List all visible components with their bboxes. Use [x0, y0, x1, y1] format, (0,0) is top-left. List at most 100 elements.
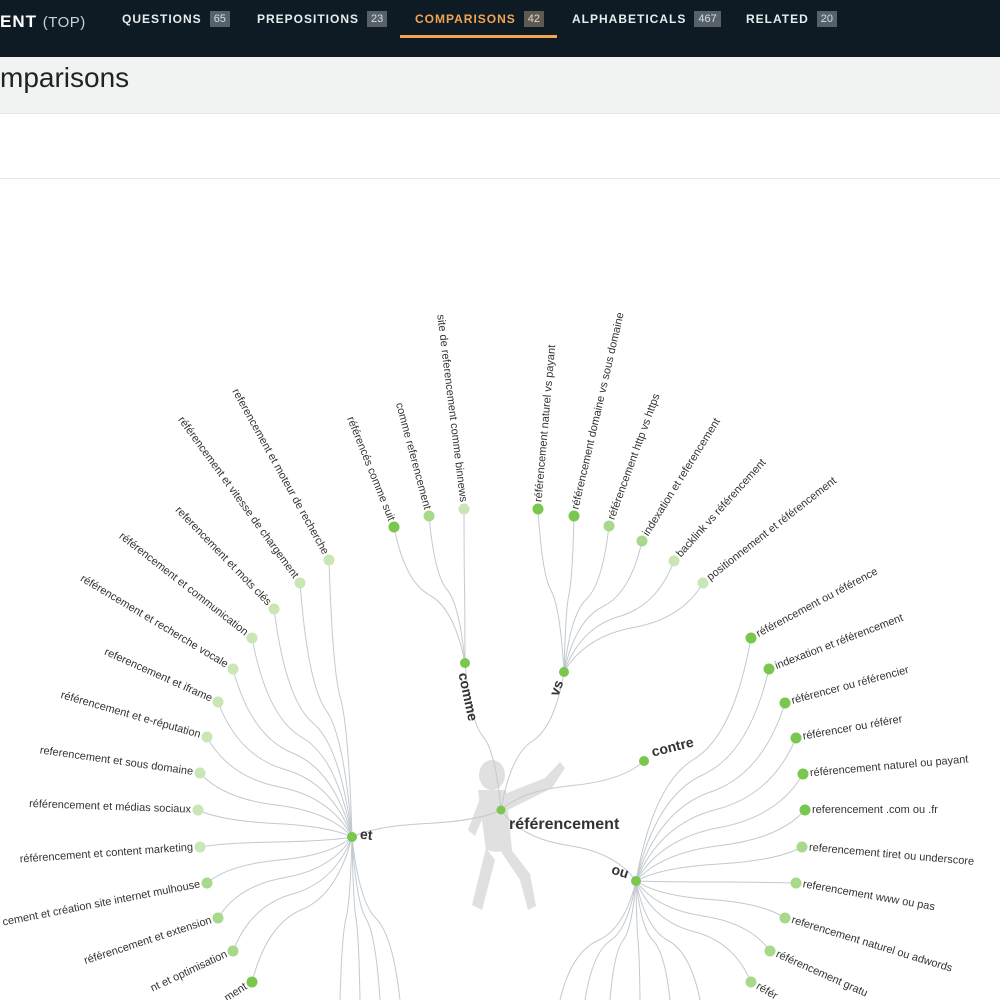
hub-to-leaf-link — [563, 560, 675, 673]
hub-to-leaf-link — [635, 773, 804, 882]
hub-to-leaf-link — [339, 836, 353, 1000]
leaf-node[interactable] — [458, 503, 470, 515]
leaf-node[interactable] — [194, 841, 206, 853]
person-silhouette-icon — [468, 760, 565, 910]
hub-to-leaf-link — [232, 668, 353, 838]
leaf-node[interactable] — [388, 521, 400, 533]
leaf-node[interactable] — [227, 663, 239, 675]
hub-node-et[interactable] — [347, 832, 357, 842]
hub-to-leaf-link — [197, 809, 353, 838]
leaf-node[interactable] — [745, 632, 757, 644]
leaf-label: référencement http vs https — [606, 392, 663, 522]
leaf-label: ment — [222, 981, 249, 1000]
leaf-node[interactable] — [423, 510, 435, 522]
leaf-label: référencer ou référer — [802, 713, 904, 742]
leaf-label: nt et optimisation — [149, 948, 229, 994]
leaf-label: référencement et content marketing — [19, 841, 193, 865]
hub-to-leaf-link — [199, 836, 353, 848]
leaf-label: referencement et iframe — [103, 646, 215, 704]
leaf-node[interactable] — [790, 732, 802, 744]
leaf-node[interactable] — [294, 577, 306, 589]
hub-to-leaf-link — [199, 772, 353, 838]
leaf-node[interactable] — [636, 535, 648, 547]
leaf-label: referencement .com ou .fr — [812, 804, 938, 816]
leaf-node[interactable] — [212, 696, 224, 708]
leaf-label: positionnement et référencement — [705, 475, 839, 583]
leaf-node[interactable] — [796, 841, 808, 853]
hub-to-leaf-link — [393, 526, 466, 664]
leaf-node[interactable] — [323, 554, 335, 566]
leaf-label: cement et création site internet mulhous… — [1, 878, 201, 928]
hub-to-leaf-link — [232, 836, 353, 952]
leaf-node[interactable] — [568, 510, 580, 522]
leaf-label: référencement naturel vs payant — [533, 344, 559, 502]
leaf-node[interactable] — [212, 912, 224, 924]
hub-to-leaf-link — [635, 880, 771, 952]
hub-label-et: et — [359, 826, 373, 843]
hub-node-comme[interactable] — [460, 658, 470, 668]
root-node[interactable] — [496, 805, 506, 815]
hub-to-leaf-link — [299, 582, 353, 838]
hub-to-leaf-link — [351, 836, 361, 1000]
leaf-node[interactable] — [201, 731, 213, 743]
leaf-node[interactable] — [779, 697, 791, 709]
root-label: référencement — [509, 816, 620, 833]
leaf-node[interactable] — [268, 603, 280, 615]
leaf-node[interactable] — [790, 877, 802, 889]
hub-label-contre: contre — [650, 734, 696, 760]
hub-to-leaf-link — [635, 809, 806, 882]
leaf-node[interactable] — [779, 912, 791, 924]
hub-label-vs: vs — [546, 678, 566, 698]
leaf-node[interactable] — [603, 520, 615, 532]
hub-to-leaf-link — [584, 880, 637, 1000]
hub-to-leaf-link — [635, 880, 752, 983]
hub-to-leaf-link — [563, 515, 575, 673]
hub-to-leaf-link — [635, 880, 671, 1000]
leaf-node[interactable] — [201, 877, 213, 889]
hub-to-leaf-link — [463, 508, 466, 664]
hub-node-contre[interactable] — [639, 756, 649, 766]
hub-to-leaf-link — [635, 737, 797, 882]
leaf-node[interactable] — [697, 577, 709, 589]
leaf-label: referencement et sous domaine — [39, 744, 194, 777]
hub-node-ou[interactable] — [631, 876, 641, 886]
leaf-node[interactable] — [797, 768, 809, 780]
leaf-node[interactable] — [799, 804, 811, 816]
tree-links — [197, 508, 806, 1000]
leaf-node[interactable] — [745, 976, 757, 988]
leaf-label: référencement et recherche vocale — [78, 573, 230, 671]
hub-to-leaf-link — [328, 559, 353, 838]
leaf-node[interactable] — [246, 976, 258, 988]
tree-labels: référencés comme suitcomme referencement… — [1, 311, 974, 1000]
leaf-label: comme referencement — [393, 401, 433, 510]
hub-to-leaf-link — [251, 836, 353, 983]
leaf-label: référencement et vitesse de chargement — [175, 414, 300, 580]
leaf-node[interactable] — [246, 632, 258, 644]
hub-label-comme: comme — [455, 671, 481, 722]
hub-node-vs[interactable] — [559, 667, 569, 677]
leaf-node[interactable] — [532, 503, 544, 515]
leaf-label: référencement et extension — [83, 914, 213, 967]
leaf-label: référencement gratu — [774, 948, 869, 999]
leaf-node[interactable] — [763, 663, 775, 675]
leaf-label: référ — [754, 980, 780, 1000]
leaf-label: referencement www ou pas — [802, 878, 936, 913]
leaf-label: referencement et moteur de recherche — [229, 387, 331, 557]
leaf-node[interactable] — [764, 945, 776, 957]
leaf-node[interactable] — [668, 555, 680, 567]
hub-to-leaf-link — [635, 668, 770, 882]
hub-to-leaf-link — [563, 525, 610, 673]
leaf-node[interactable] — [194, 767, 206, 779]
comparison-tree-visualization[interactable]: référencés comme suitcomme referencement… — [0, 0, 1000, 1000]
leaf-label: référencement naturel ou payant — [809, 753, 968, 779]
leaf-label: site de referencement comme binnews — [434, 314, 469, 503]
hub-to-leaf-link — [635, 880, 786, 919]
hub-to-leaf-link — [537, 508, 565, 673]
leaf-node[interactable] — [227, 945, 239, 957]
leaf-node[interactable] — [192, 804, 204, 816]
leaf-label: referencement tiret ou underscore — [808, 842, 974, 868]
leaf-label: référencement et e-réputation — [59, 689, 202, 740]
hub-to-leaf-link — [206, 736, 353, 838]
hub-to-leaf-link — [635, 880, 797, 884]
hub-label-ou: ou — [610, 861, 631, 882]
